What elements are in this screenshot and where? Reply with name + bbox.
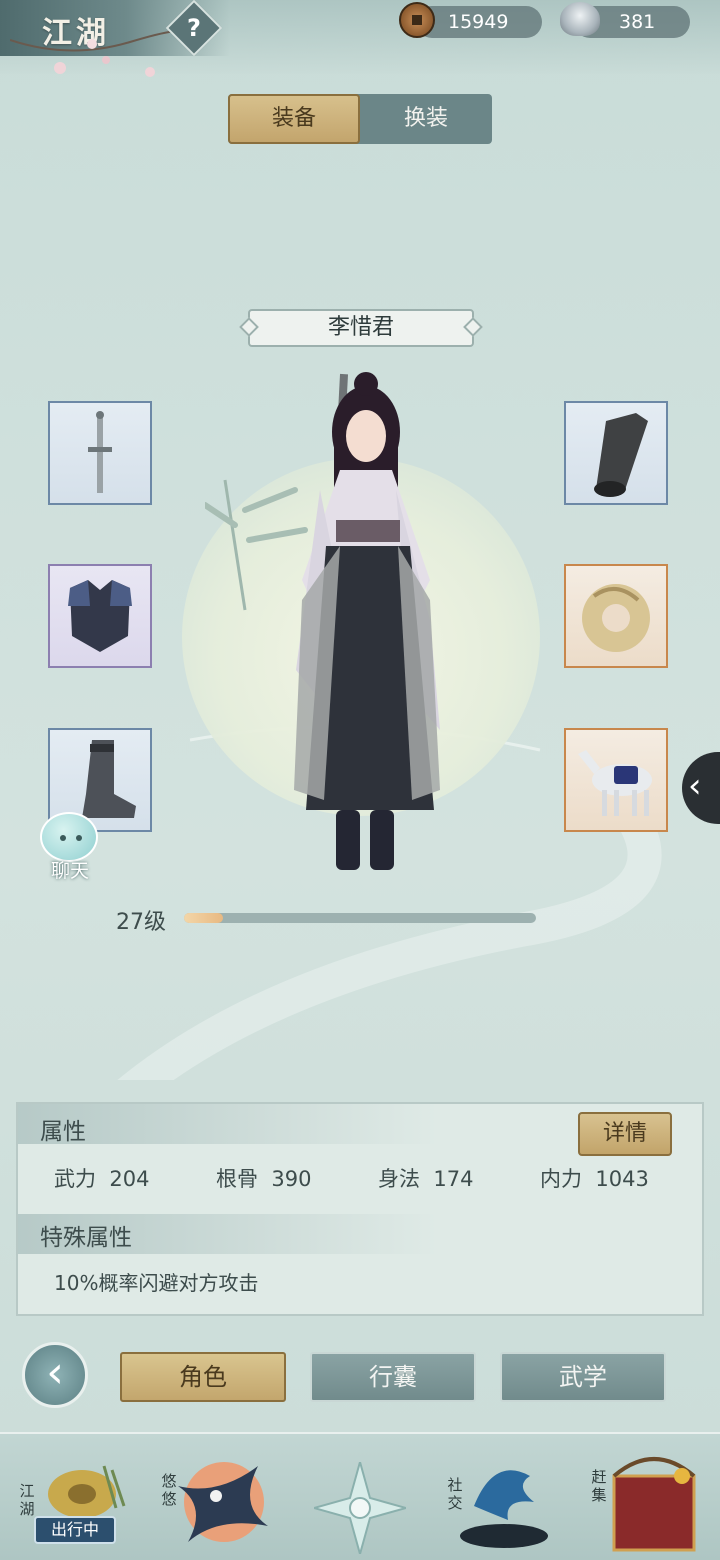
character-name: 李惜君 (248, 309, 474, 347)
copper-coin-icon (399, 2, 435, 38)
stat-constitution: 根骨 390 (216, 1163, 311, 1193)
dock-label-youyou: 悠悠 (161, 1472, 177, 1508)
back-arrow-icon: ‹ (46, 1347, 64, 1398)
tab-inventory[interactable]: 行囊 (310, 1352, 476, 1402)
stat-value: 1043 (595, 1167, 649, 1191)
dock-social[interactable]: 社交 (444, 1446, 564, 1554)
stat-agility: 身法 174 (378, 1163, 473, 1193)
stat-inner-power: 内力 1043 (540, 1163, 649, 1193)
special-attribute-text: 10%概率闪避对方攻击 (54, 1271, 259, 1295)
level-progress-track (184, 913, 536, 923)
dock-label-social: 社交 (447, 1476, 463, 1512)
tab-character[interactable]: 角色 (120, 1352, 286, 1402)
blossom-branch-decoration (10, 30, 180, 77)
slot-bracer[interactable] (564, 401, 668, 505)
dock-youyou[interactable]: 悠悠 (158, 1446, 278, 1554)
crystal-star-icon (310, 1458, 410, 1558)
slot-accessory[interactable] (564, 564, 668, 668)
copper-amount: 15949 (448, 11, 509, 33)
stat-value: 390 (271, 1167, 312, 1191)
dock-label-jianghu: 江湖 (19, 1482, 35, 1518)
chat-button[interactable] (40, 812, 98, 862)
bracer-icon (594, 413, 648, 497)
attributes-title: 属性 (40, 1119, 86, 1145)
dock-center-emblem[interactable] (310, 1458, 410, 1558)
armor-icon (68, 580, 132, 652)
stat-strength: 武力 204 (54, 1163, 149, 1193)
tab-equipment[interactable]: 装备 (228, 94, 360, 144)
special-attributes-title: 特殊属性 (40, 1225, 132, 1251)
copper-balance[interactable]: 15949 (416, 6, 542, 38)
level-label: 27级 (116, 910, 166, 935)
level-progress-fill (184, 913, 223, 923)
traveling-badge: 出行中 (34, 1516, 116, 1544)
details-button[interactable]: 详情 (578, 1112, 672, 1156)
silver-ingot-icon (560, 2, 600, 36)
slot-armor[interactable] (48, 564, 152, 668)
horse-icon (578, 750, 652, 816)
stat-label: 身法 (378, 1167, 420, 1191)
silver-amount: 381 (619, 11, 656, 33)
jade-pendant-icon (582, 584, 650, 652)
slot-mount[interactable] (564, 728, 668, 832)
tab-outfit[interactable]: 换装 (360, 94, 492, 144)
stat-label: 根骨 (216, 1167, 258, 1191)
stat-label: 武力 (54, 1167, 96, 1191)
question-icon: ? (187, 14, 201, 42)
character-model[interactable] (280, 370, 450, 890)
tab-martial-arts[interactable]: 武学 (500, 1352, 666, 1402)
slot-weapon[interactable] (48, 401, 152, 505)
chat-label: 聊天 (50, 860, 89, 882)
sword-icon (88, 411, 112, 493)
dock-label-market: 赶集 (591, 1468, 607, 1504)
stat-value: 174 (433, 1167, 474, 1191)
chevron-left-icon: ‹ (688, 766, 702, 806)
stat-label: 内力 (540, 1167, 582, 1191)
dock-market[interactable]: 赶集 (588, 1446, 708, 1554)
stat-value: 204 (109, 1167, 150, 1191)
